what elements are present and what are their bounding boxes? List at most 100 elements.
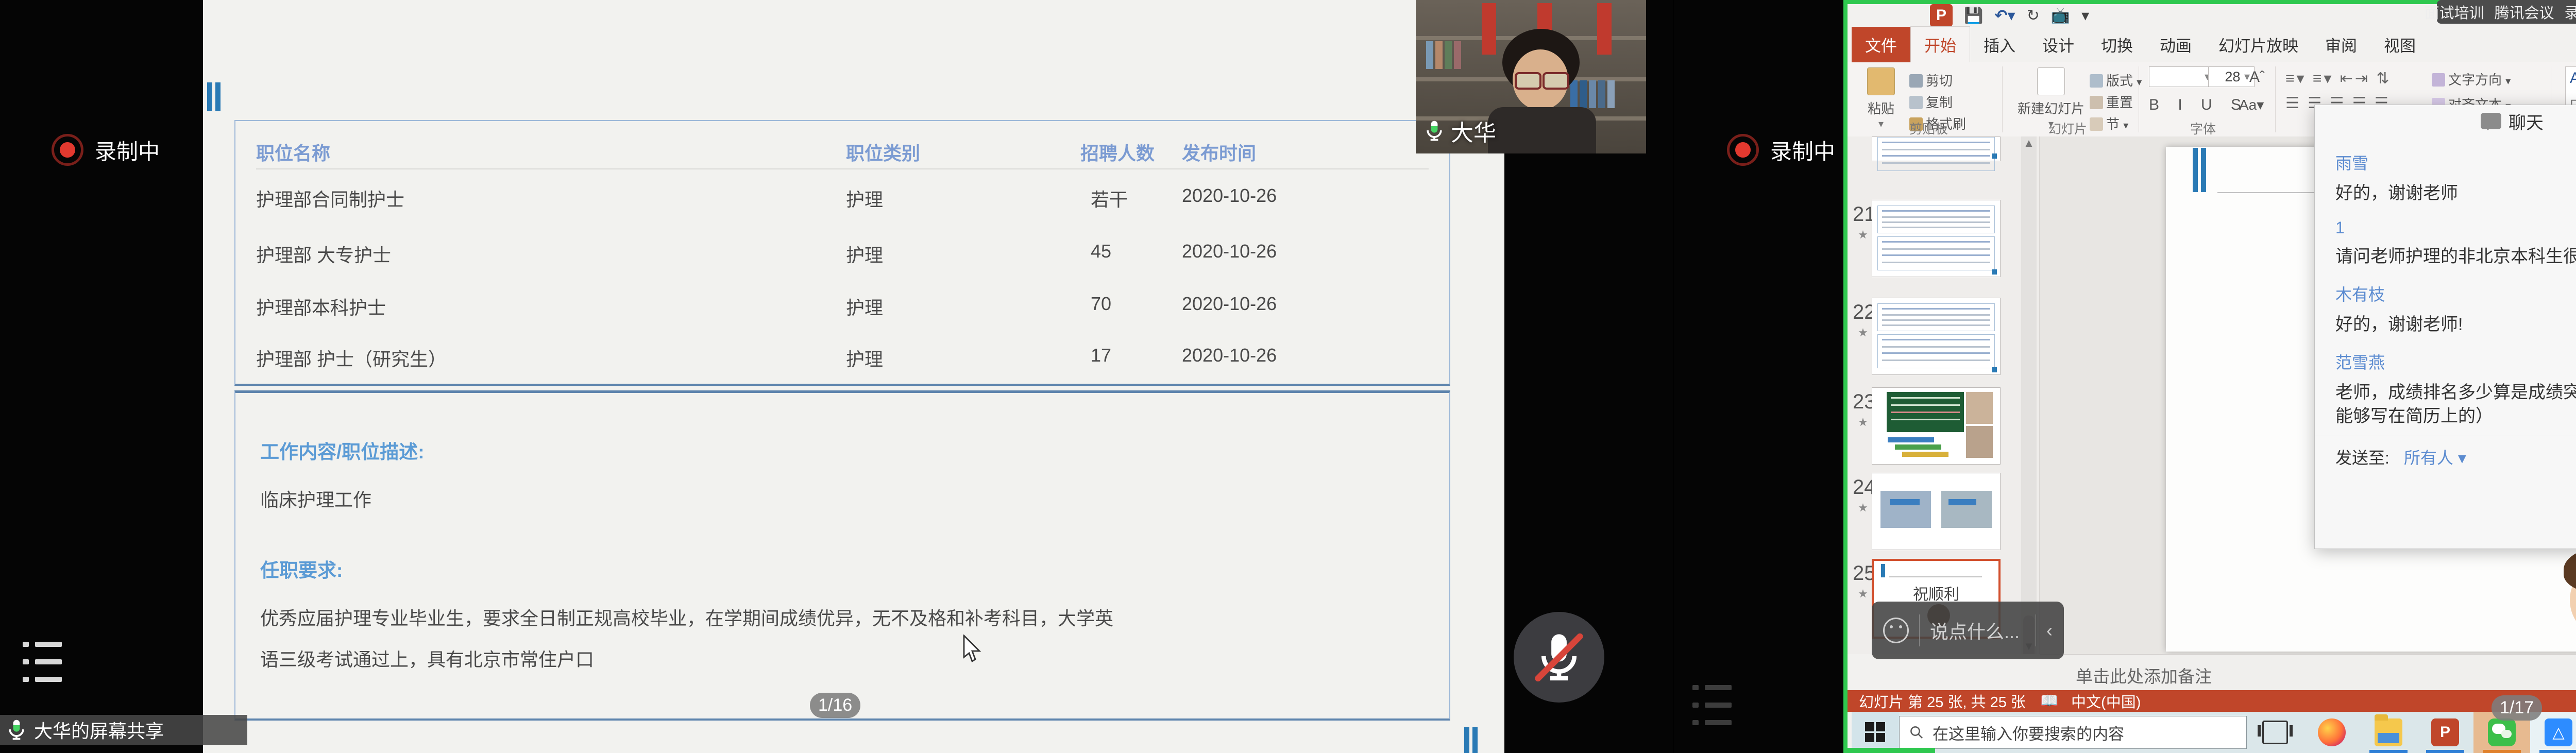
- tab-幻灯片放映[interactable]: 幻灯片放映: [2205, 27, 2312, 62]
- save-icon[interactable]: 💾: [1964, 7, 1983, 25]
- start-button[interactable]: [1852, 712, 1899, 753]
- chat-messages: 雨雪好的，谢谢老师1请问老师护理的非北京本科生很难留京嘛?木有枝好的，谢谢老师!…: [2335, 137, 2576, 436]
- slide-thumbnail-21[interactable]: [1872, 200, 2001, 277]
- new-slide-icon: [2037, 67, 2065, 95]
- desc-heading: 工作内容/职位描述:: [260, 436, 425, 464]
- scroll-up-icon[interactable]: ▲: [2021, 136, 2037, 150]
- paste-button[interactable]: 粘贴▾: [1858, 67, 1904, 130]
- job-col-header: 职位名称: [256, 139, 330, 165]
- tab-动画[interactable]: 动画: [2146, 27, 2205, 62]
- text-direction-button[interactable]: 文字方向 ▾: [2432, 70, 2511, 89]
- chat-message: 好的，谢谢老师: [2335, 181, 2576, 205]
- meeting-recording-pill[interactable]: 面试培训 腾讯会议 录制中: [2437, 0, 2576, 24]
- shared-desktop: P 💾 ↶▾ ↻ 📺 ▾ int ? ⇱ − ❐ ✕ 登录 文件开始插入设计切换…: [1843, 0, 2576, 753]
- job-cell: 护理: [846, 345, 883, 371]
- recording-icon: [1727, 134, 1759, 166]
- slide-thumbnail-partial[interactable]: [1872, 136, 2001, 161]
- job-description-box: 工作内容/职位描述: 临床护理工作 任职要求: 优秀应届护理专业毕业生，要求全日…: [234, 390, 1450, 721]
- tab-视图[interactable]: 视图: [2370, 27, 2429, 62]
- chat-sender: 1: [2335, 218, 2576, 237]
- taskbar-search[interactable]: 在这里输入你要搜索的内容: [1899, 716, 2247, 749]
- ribbon-tabs: 文件开始插入设计切换动画幻灯片放映审阅视图: [1852, 28, 2429, 62]
- redo-icon[interactable]: ↻: [2027, 7, 2040, 25]
- group-label-font: 字体: [2190, 119, 2216, 138]
- job-cell: 45: [1091, 241, 1111, 262]
- mute-button-left[interactable]: [1514, 612, 1604, 703]
- start-slideshow-icon[interactable]: 📺: [2051, 7, 2070, 25]
- slide-thumbnail-24[interactable]: [1872, 473, 2001, 550]
- pill-recording-label: 录制中: [2565, 1, 2576, 23]
- tab-审阅[interactable]: 审阅: [2312, 27, 2370, 62]
- undo-icon[interactable]: ↶▾: [1994, 7, 2015, 25]
- layout-list-icon-dim[interactable]: [1692, 685, 1742, 728]
- font-format-buttons[interactable]: B I U S: [2149, 96, 2248, 114]
- taskbar-explorer[interactable]: [2360, 712, 2417, 753]
- language-label[interactable]: 中文(中国): [2071, 690, 2141, 712]
- right-meeting-window: 录制中 P 💾 ↶▾ ↻ 📺 ▾ int ? ⇱ − ❐ ✕: [1674, 0, 2576, 753]
- chat-message: 老师，成绩排名多少算是成绩突出呢（就是能够写在简历上的）: [2335, 381, 2576, 428]
- job-cell: 2020-10-26: [1182, 345, 1277, 366]
- share-border-bottom: [1848, 748, 1935, 753]
- section-button[interactable]: 节 ▾: [2090, 114, 2128, 133]
- group-label-clipboard: 剪贴板: [1909, 119, 1948, 138]
- task-view-icon: [2262, 721, 2288, 744]
- font-size-combo[interactable]: 28 ▾: [2208, 66, 2255, 87]
- windows-logo-icon: [1865, 722, 1886, 743]
- spellcheck-icon[interactable]: 📖: [2040, 692, 2059, 710]
- left-meeting-window: 职位名称职位类别招聘人数发布时间 护理部合同制护士护理若干2020-10-26护…: [0, 0, 1673, 753]
- layout-list-icon[interactable]: [23, 642, 72, 685]
- slide-thumbnail-22[interactable]: [1872, 298, 2001, 375]
- slide-counter: 幻灯片 第 25 张, 共 25 张: [1859, 690, 2026, 712]
- comment-input-bar[interactable]: 说点什么... ‹: [1872, 602, 2064, 659]
- more-font-buttons[interactable]: Aa▾: [2239, 96, 2264, 113]
- job-col-header: 职位类别: [846, 139, 920, 165]
- slide-thumbnail-23[interactable]: [1872, 387, 2001, 465]
- tab-切换[interactable]: 切换: [2088, 27, 2146, 62]
- job-cell: 护理部 大专护士: [256, 241, 391, 267]
- tab-插入[interactable]: 插入: [1970, 27, 2029, 62]
- running-indicator: [2426, 750, 2464, 753]
- pill-app-name: 腾讯会议: [2495, 1, 2554, 23]
- chat-sender: 范雪燕: [2335, 350, 2576, 373]
- chat-window: 聊天 − □ ✕ 雨雪好的，谢谢老师1请问老师护理的非北京本科生很难留京嘛?木有…: [2314, 105, 2576, 549]
- reset-button[interactable]: 重置: [2090, 92, 2133, 111]
- slide-cartoon: [2560, 546, 2576, 652]
- wechat-icon: [2488, 718, 2516, 746]
- taskbar-firefox[interactable]: [2303, 712, 2360, 753]
- notes-pane[interactable]: 单击此处添加备注: [2040, 654, 2576, 691]
- tab-开始[interactable]: 开始: [1910, 26, 1970, 62]
- recording-indicator-right: 录制中: [1727, 134, 1835, 166]
- dual-meeting-recording: 职位名称职位类别招聘人数发布时间 护理部合同制护士护理若干2020-10-26护…: [0, 0, 2576, 753]
- job-cell: 70: [1091, 293, 1111, 315]
- chat-bubble-icon: [2481, 113, 2501, 129]
- bullet-list-icons[interactable]: ≡▾ ≡▾ ⇤⇥ ⇅: [2285, 70, 2392, 88]
- font-family-combo[interactable]: ▾: [2149, 66, 2215, 87]
- job-cell: 2020-10-26: [1182, 185, 1277, 207]
- job-cell: 17: [1091, 345, 1111, 366]
- chat-titlebar[interactable]: 聊天 − □ ✕: [2315, 105, 2576, 137]
- paste-icon: [1867, 67, 1895, 95]
- grow-shrink-font[interactable]: Aˆ: [2249, 69, 2265, 86]
- taskbar-powerpoint[interactable]: P: [2417, 712, 2473, 753]
- running-indicator: [2539, 750, 2576, 753]
- tab-文件[interactable]: 文件: [1852, 27, 1910, 62]
- tab-设计[interactable]: 设计: [2029, 27, 2088, 62]
- thumbnail-scrollbar[interactable]: ▲ ▼: [2021, 136, 2037, 654]
- send-to-selector[interactable]: 所有人 ▾: [2404, 445, 2466, 469]
- collapse-arrow-icon[interactable]: ‹: [2046, 620, 2053, 641]
- comment-placeholder: 说点什么...: [1930, 617, 2020, 644]
- job-cell: 若干: [1091, 185, 1128, 212]
- recording-indicator-left: 录制中: [52, 134, 160, 166]
- emoji-icon[interactable]: [1883, 618, 1909, 643]
- layout-button[interactable]: 版式 ▾: [2090, 71, 2142, 90]
- task-view-button[interactable]: [2247, 712, 2303, 753]
- glasses-left: [1515, 72, 1541, 90]
- requirements-line2: 语三级考试通过上，具有北京市常住户口: [260, 645, 594, 672]
- webcam-dahua[interactable]: 大华: [1416, 0, 1646, 153]
- copy-button[interactable]: 复制: [1909, 92, 1953, 111]
- job-cell: 护理部 护士（研究生）: [256, 345, 447, 371]
- cut-button[interactable]: 剪切: [1909, 71, 1953, 90]
- qat-dropdown-icon[interactable]: ▾: [2081, 7, 2089, 25]
- powerpoint-logo-icon[interactable]: P: [1930, 4, 1953, 27]
- pill-meeting-title: 面试培训: [2424, 1, 2484, 23]
